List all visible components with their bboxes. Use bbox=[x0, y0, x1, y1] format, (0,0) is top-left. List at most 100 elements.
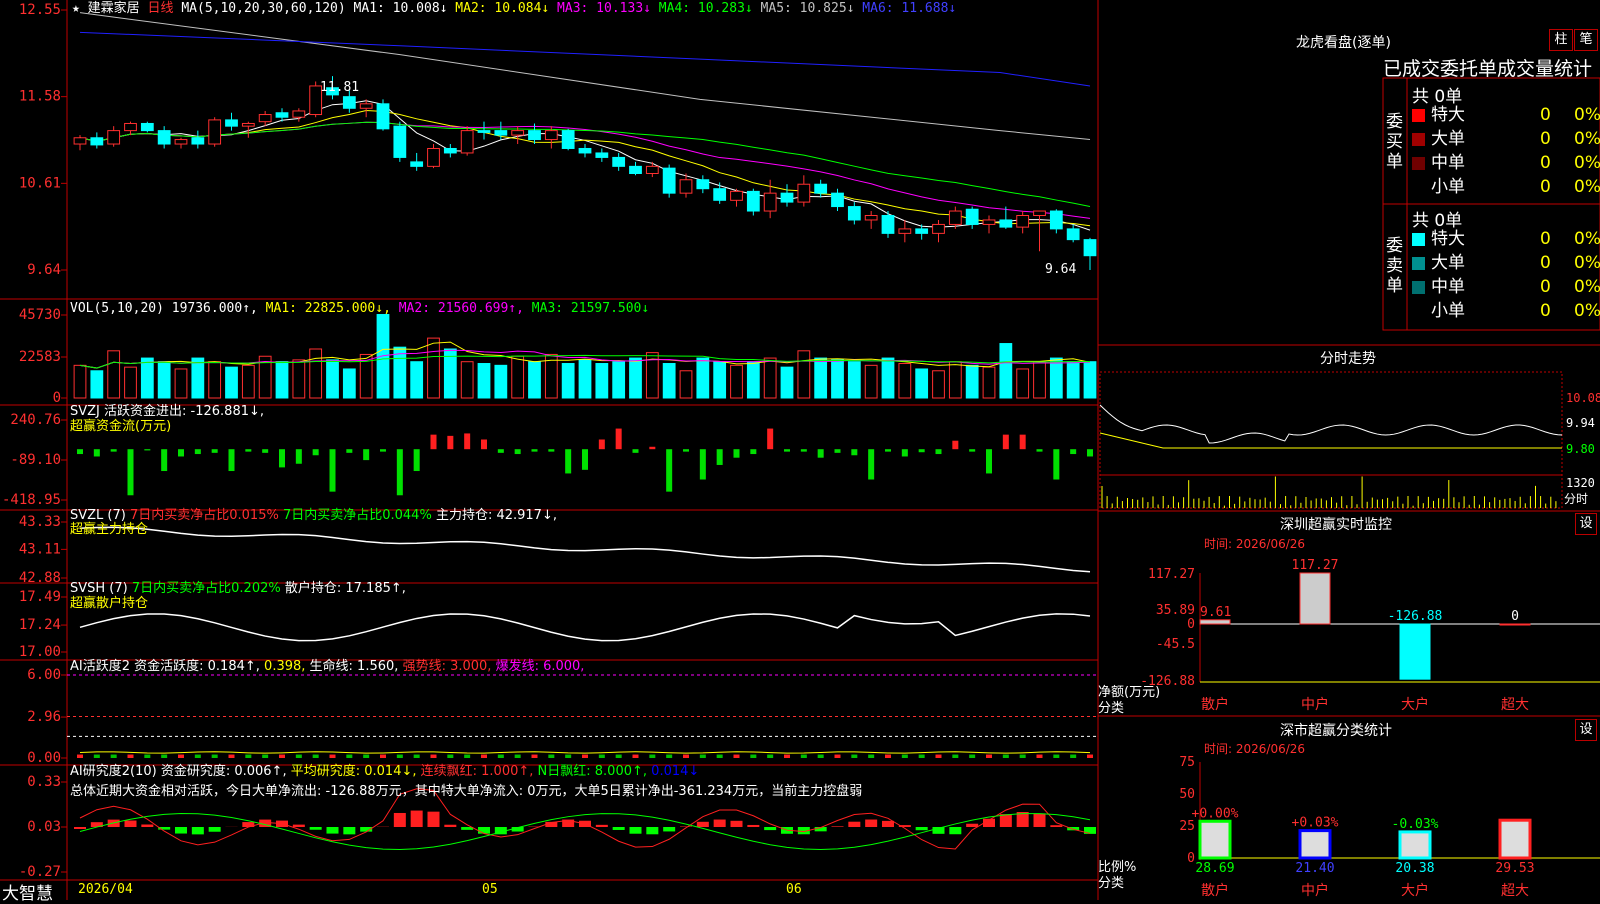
monitor-axis-label: 117.27 bbox=[1148, 567, 1195, 582]
row-percent: 0% bbox=[1574, 104, 1600, 126]
ai2-axis-label: 0.03 bbox=[27, 819, 61, 835]
volume-bar bbox=[815, 358, 827, 398]
candle-body bbox=[91, 138, 103, 145]
ai1-line bbox=[80, 752, 1090, 753]
stock-name[interactable]: 建霖家居 bbox=[88, 1, 140, 16]
ai1-val1: 资金活跃度: 0.184↑, bbox=[134, 659, 260, 674]
svzj-bar bbox=[262, 449, 268, 453]
svzj-bar bbox=[548, 449, 554, 451]
volume-bar bbox=[899, 364, 911, 398]
svzj-bar bbox=[330, 449, 336, 491]
monitor-settings-button[interactable]: 设 bbox=[1575, 513, 1597, 535]
ai2-bar bbox=[327, 827, 339, 834]
ai1-bar bbox=[868, 755, 874, 758]
row-count: 0 bbox=[1540, 104, 1551, 126]
volume-bar bbox=[680, 371, 692, 398]
row-name: 中单 bbox=[1431, 277, 1465, 297]
ai1-val3: 生命线: 1.560, bbox=[310, 659, 399, 674]
ai1-bar bbox=[633, 755, 639, 758]
ai2-bar bbox=[1034, 813, 1046, 827]
color-swatch bbox=[1412, 305, 1425, 318]
volume-bar bbox=[663, 364, 675, 398]
ai1-bar bbox=[195, 755, 201, 758]
volume-bar bbox=[343, 369, 355, 398]
svzj-bar bbox=[313, 449, 319, 455]
monitor-bar-label: 0 bbox=[1511, 609, 1519, 624]
candle-body bbox=[74, 138, 86, 144]
svzj-bar bbox=[178, 449, 184, 456]
ai1-bar bbox=[1070, 755, 1076, 758]
class-axis-label: 75 bbox=[1179, 755, 1195, 770]
ai1-bar bbox=[144, 755, 150, 758]
candle-body bbox=[192, 138, 204, 144]
ai1-bar bbox=[397, 755, 403, 758]
candle-body bbox=[731, 191, 743, 200]
ai1-bar bbox=[77, 755, 83, 758]
ai1-bar bbox=[851, 755, 857, 758]
period-label[interactable]: 日线 bbox=[148, 1, 174, 16]
candle-body bbox=[1034, 211, 1046, 215]
volume-bar bbox=[192, 358, 204, 398]
color-swatch bbox=[1412, 133, 1425, 146]
volume-bar bbox=[478, 364, 490, 398]
svzj-bar bbox=[599, 439, 605, 449]
volume-bar bbox=[529, 362, 541, 398]
svsh-title: SVSH (7) bbox=[70, 581, 128, 596]
bar-mode-button[interactable]: 柱 bbox=[1549, 29, 1573, 51]
row-percent: 0% bbox=[1574, 152, 1600, 174]
svzj-axis-label: 240.76 bbox=[10, 412, 61, 428]
candle-body bbox=[125, 123, 137, 130]
svzj-bar bbox=[1070, 449, 1076, 454]
ai2-bar bbox=[175, 827, 187, 834]
ai1-bar bbox=[178, 755, 184, 758]
volume-bar bbox=[630, 358, 642, 398]
stats-header: 已成交委托单成交量统计 bbox=[1383, 54, 1592, 81]
class-pct-label: +0.00% bbox=[1192, 806, 1239, 821]
svzj-bar bbox=[767, 429, 773, 450]
svzj-bar bbox=[431, 435, 437, 450]
fenshi-frame bbox=[1100, 372, 1562, 508]
ai1-bar bbox=[717, 755, 723, 758]
volume-bar bbox=[125, 367, 137, 398]
svzj-bar bbox=[818, 449, 824, 457]
svzj-bar bbox=[296, 449, 302, 464]
ai2-axis-label: 0.33 bbox=[27, 774, 61, 790]
row-name: 中单 bbox=[1431, 153, 1465, 173]
candle-body bbox=[158, 131, 170, 144]
volume-bar bbox=[209, 362, 221, 398]
ai1-bar bbox=[616, 755, 622, 758]
volume-bar bbox=[731, 365, 743, 398]
fenshi-axis-1: 10.08 bbox=[1566, 391, 1600, 405]
candle-body bbox=[512, 131, 524, 135]
svzj-bar bbox=[952, 441, 958, 449]
ma4-legend: MA4: 10.283↓ bbox=[659, 1, 753, 16]
svzj-bar bbox=[969, 449, 975, 451]
volume-bar bbox=[596, 364, 608, 398]
class-bar bbox=[1200, 821, 1230, 858]
row-name: 大单 bbox=[1431, 129, 1465, 149]
sell-row-1: 大单 bbox=[1412, 252, 1465, 274]
class-settings-button[interactable]: 设 bbox=[1575, 719, 1597, 741]
candle-body bbox=[697, 180, 709, 189]
candle-body bbox=[293, 111, 305, 117]
ai1-bar bbox=[111, 755, 117, 758]
svzj-bar bbox=[902, 449, 908, 456]
svzj-bar bbox=[750, 449, 756, 454]
volume-bar bbox=[933, 371, 945, 398]
tick-mode-button[interactable]: 笔 bbox=[1574, 29, 1598, 51]
ai1-bar bbox=[346, 755, 352, 758]
row-count: 0 bbox=[1540, 300, 1551, 322]
svzj-bar bbox=[565, 449, 571, 473]
class-value-label: 21.40 bbox=[1295, 861, 1334, 876]
ai2-bar bbox=[764, 827, 776, 830]
candle-body bbox=[108, 131, 120, 144]
price-axis-label: 9.64 bbox=[27, 262, 61, 278]
ai1-title: AI活跃度2 bbox=[70, 659, 130, 674]
ai2-bar bbox=[1050, 825, 1062, 827]
class-value-label: 20.38 bbox=[1395, 861, 1434, 876]
svzl-line bbox=[80, 527, 1090, 571]
candle-body bbox=[444, 148, 456, 152]
candle-body bbox=[259, 115, 271, 122]
star-icon[interactable]: ★ bbox=[72, 1, 80, 16]
ai2-bar bbox=[865, 820, 877, 827]
